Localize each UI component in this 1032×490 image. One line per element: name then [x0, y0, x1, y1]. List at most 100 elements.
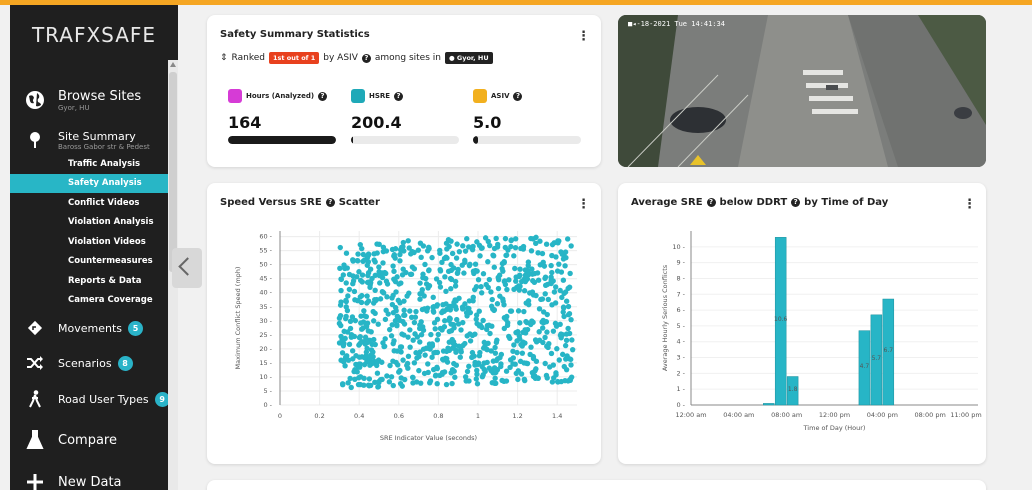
- bar: [763, 403, 775, 406]
- x-tick-label: 1.4: [552, 412, 562, 420]
- scatter-point: [528, 248, 535, 254]
- scatter-point: [368, 329, 374, 335]
- scatter-point: [566, 311, 573, 317]
- scatter-point: [426, 341, 433, 347]
- scrollbar-thumb[interactable]: [169, 72, 177, 272]
- scatter-point: [422, 352, 428, 358]
- scatter-point: [355, 251, 361, 257]
- scatter-point: [554, 268, 561, 274]
- y-tick-label: 5 -: [676, 322, 685, 330]
- brand-logo: TRAFXSAFE: [31, 23, 157, 47]
- scatter-point: [350, 281, 356, 287]
- scatter-point: [498, 351, 505, 358]
- scatter-point: [451, 360, 457, 367]
- y-tick-label: 6 -: [676, 306, 685, 314]
- scatter-point: [399, 272, 406, 278]
- bar-data-label: 4.7: [860, 363, 870, 370]
- y-tick-label: 1 -: [676, 385, 685, 393]
- scatter-point: [345, 357, 352, 363]
- nav-site-summary[interactable]: Site Summary Baross Gabor str & Pedest: [10, 125, 178, 155]
- scatter-point: [458, 349, 464, 355]
- camera-feed[interactable]: ■◂-18-2021 Tue 14:41:34: [618, 15, 986, 167]
- nav-compare[interactable]: Compare: [10, 427, 178, 453]
- scatter-point: [389, 246, 396, 253]
- subitem-countermeasures[interactable]: Countermeasures: [10, 252, 178, 271]
- scatter-point: [567, 270, 573, 277]
- scatter-point: [544, 343, 550, 349]
- subitem-traffic-analysis[interactable]: Traffic Analysis: [10, 155, 178, 174]
- collapse-sidebar-button[interactable]: [172, 248, 202, 288]
- subitem-violation-analysis[interactable]: Violation Analysis: [10, 213, 178, 232]
- scatter-point: [371, 257, 377, 263]
- scenarios-count-badge: 8: [117, 355, 133, 371]
- scatter-point: [565, 325, 571, 332]
- scatter-point: [560, 305, 567, 311]
- help-icon[interactable]: ?: [513, 91, 523, 101]
- sre-time-card: Average SRE ? below DDRT ? by Time of Da…: [618, 183, 986, 464]
- scroll-up-arrow-icon[interactable]: [170, 62, 176, 67]
- y-tick-label: 55 -: [259, 247, 272, 255]
- scatter-point: [459, 306, 466, 312]
- help-icon[interactable]: ?: [394, 91, 404, 101]
- help-icon[interactable]: ?: [318, 91, 328, 101]
- scatter-point: [478, 245, 485, 251]
- scatter-point: [521, 308, 527, 315]
- scatter-point: [364, 253, 370, 259]
- scatter-point: [514, 338, 520, 344]
- scatter-point: [401, 321, 408, 327]
- scatter-point: [512, 265, 518, 272]
- scatter-point: [430, 294, 436, 301]
- scatter-point: [372, 341, 378, 348]
- nav-movements[interactable]: Movements 5: [10, 317, 178, 339]
- scatter-point: [521, 288, 528, 294]
- x-tick-label: 12:00 am: [675, 411, 706, 419]
- scatter-point: [338, 299, 344, 305]
- scatter-point: [545, 296, 552, 303]
- nav-new-data[interactable]: New Data: [10, 471, 178, 490]
- scatter-point: [540, 319, 547, 326]
- scatter-point: [442, 355, 449, 362]
- subitem-safety-analysis[interactable]: Safety Analysis: [10, 174, 178, 193]
- stat-hours-label: Hours (Analyzed): [246, 92, 315, 100]
- subitem-camera-coverage[interactable]: Camera Coverage: [10, 291, 178, 310]
- nav-scenarios[interactable]: Scenarios 8: [10, 352, 178, 374]
- subitem-reports-data[interactable]: Reports & Data: [10, 272, 178, 291]
- scatter-point: [340, 358, 347, 364]
- scatter-point: [410, 374, 416, 381]
- scatter-point: [376, 264, 382, 270]
- nav-browse-sites[interactable]: Browse Sites Gyor, HU: [10, 83, 178, 117]
- scatter-point: [454, 241, 460, 247]
- scatter-point: [555, 238, 561, 244]
- scatter-point: [432, 349, 439, 356]
- help-icon[interactable]: ?: [361, 53, 371, 63]
- flask-icon: [24, 429, 46, 451]
- clock-icon: [228, 89, 242, 103]
- nav-road-user-types[interactable]: Road User Types 9: [10, 388, 178, 410]
- scatter-point: [351, 368, 357, 375]
- subitem-conflict-videos[interactable]: Conflict Videos: [10, 194, 178, 213]
- scatter-point: [486, 276, 493, 283]
- scatter-point: [362, 341, 369, 347]
- plus-icon: [24, 471, 46, 490]
- scatter-point: [377, 280, 383, 286]
- ranked-mid: by ASIV: [323, 53, 358, 63]
- stat-asiv-bar: [473, 136, 581, 144]
- stat-hours-value: 164: [228, 113, 262, 132]
- scatter-point: [343, 250, 350, 256]
- scatter-point: [433, 276, 440, 282]
- scatter-point: [434, 337, 441, 343]
- scatter-point: [493, 235, 499, 242]
- subitem-violation-videos[interactable]: Violation Videos: [10, 233, 178, 252]
- scatter-point: [448, 303, 455, 310]
- scatter-point: [367, 266, 374, 272]
- scatter-point: [562, 342, 569, 349]
- y-tick-label: 3 -: [676, 354, 685, 362]
- scatter-chart: 0 - 5 - 10 - 15 - 20 - 25 - 30 - 35 - 40 - 45 - 50…: [234, 231, 577, 442]
- y-tick-label: 4 -: [676, 338, 685, 346]
- pin-icon: [24, 129, 46, 151]
- summary-menu-icon[interactable]: ⋮: [577, 29, 590, 44]
- scatter-point: [406, 290, 412, 296]
- scatter-point: [374, 241, 380, 247]
- scatter-point: [411, 319, 418, 326]
- scatter-point: [488, 289, 494, 295]
